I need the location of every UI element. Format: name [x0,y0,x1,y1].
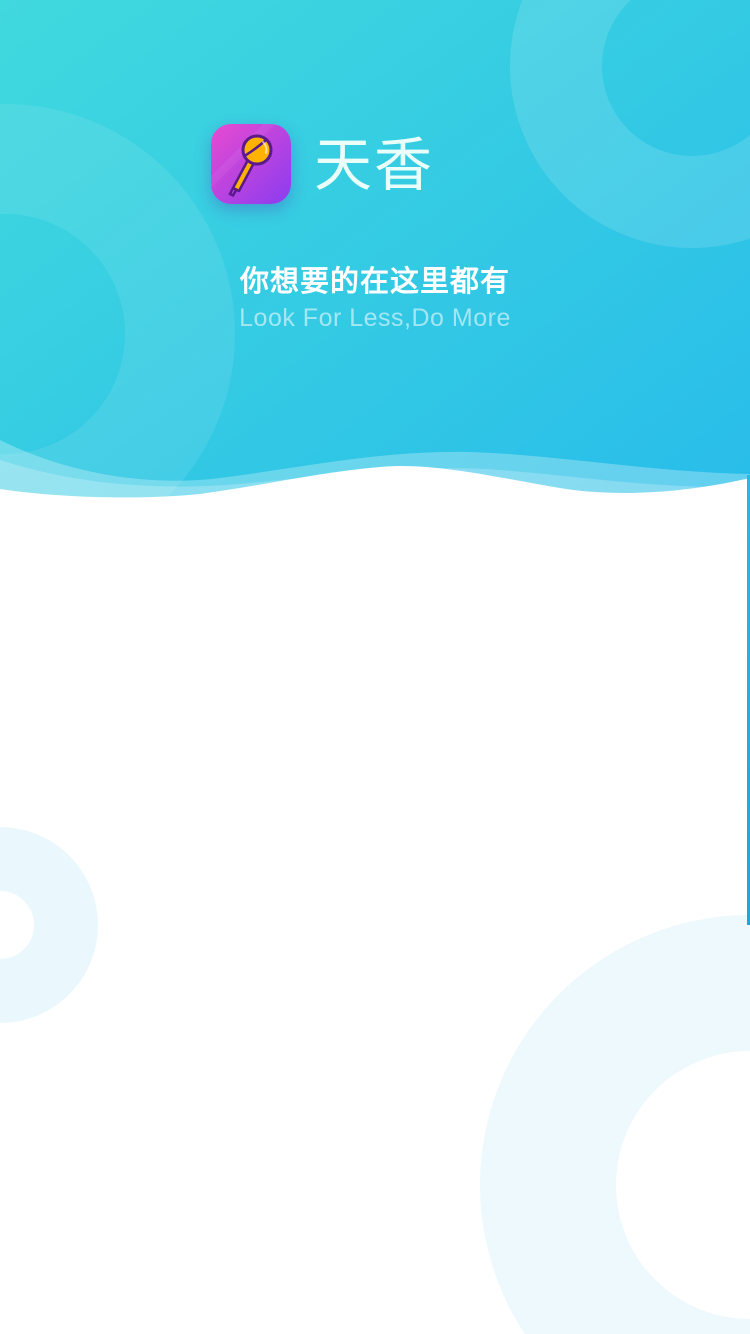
app-logo [211,124,291,204]
slogan-secondary: Look For Less,Do More [239,304,511,332]
app-name: 天香 [314,131,435,199]
slogan-primary: 你想要的在这里都有 [239,264,510,298]
microphone-icon [211,124,291,204]
splash-screen: 天香 你想要的在这里都有 Look For Less,Do More [0,0,750,1334]
decorative-circles [0,827,750,1334]
